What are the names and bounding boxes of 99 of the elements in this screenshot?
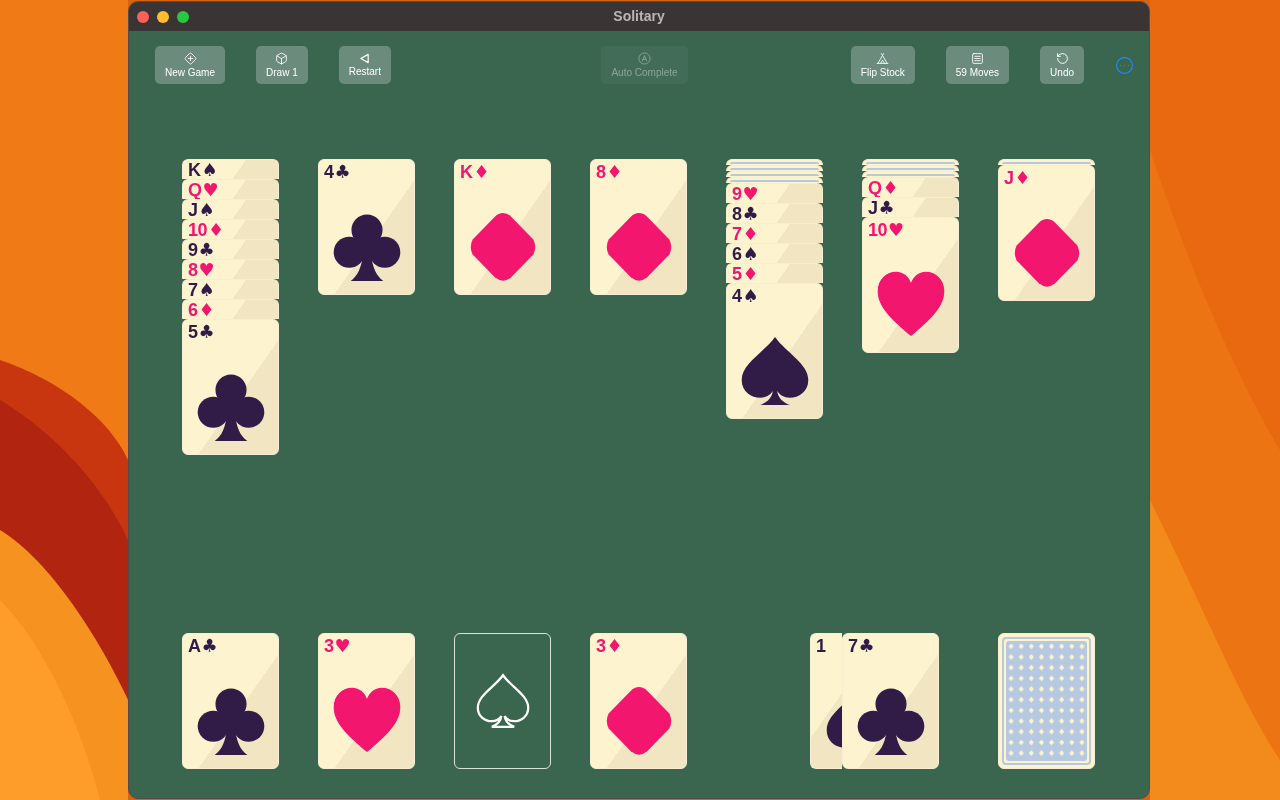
card-rank: 6 <box>732 245 742 263</box>
diamond-plus-icon <box>183 51 197 65</box>
suit-symbol: ♠ <box>198 201 215 219</box>
card-rank: 8 <box>732 205 742 223</box>
card-rank: K <box>460 163 473 181</box>
playing-card[interactable]: Q♥ <box>182 179 279 199</box>
card-rank: J <box>868 199 878 217</box>
toolbar-button[interactable]: Flip Stock <box>850 46 915 84</box>
suit-symbol: ♦ <box>1014 169 1031 187</box>
suit-symbol: ♣ <box>198 323 215 341</box>
minimize-button[interactable] <box>157 11 169 23</box>
suit-symbol: ♥ <box>202 181 219 199</box>
playing-card[interactable]: Q♦ <box>862 177 959 197</box>
suit-symbol: ♠ <box>198 281 215 299</box>
card-rank: 7 <box>848 637 858 655</box>
suit-symbol: ♦ <box>742 265 759 283</box>
card-rank: 3 <box>596 637 606 655</box>
playing-card[interactable]: J♣ <box>862 197 959 217</box>
card-rank: 4 <box>324 163 334 181</box>
playing-card[interactable]: 6♦ <box>182 299 279 319</box>
suit-symbol: ♦ <box>882 179 899 197</box>
playing-card[interactable]: 8♦ <box>590 159 687 295</box>
card-rank: 3 <box>324 637 334 655</box>
suit-symbol: ♠ <box>742 287 759 305</box>
suit-symbol: ♥ <box>334 637 351 655</box>
card-rank: 8 <box>188 261 198 279</box>
suit-symbol: ♥ <box>888 221 905 239</box>
card-rank: J <box>188 201 198 219</box>
toolbar-button[interactable]: Undo <box>1040 46 1084 84</box>
playing-card[interactable]: 3♥ <box>318 633 415 769</box>
suit-symbol: ♦ <box>606 163 623 181</box>
spade-icon <box>474 672 531 730</box>
playing-card[interactable]: 8♥ <box>182 259 279 279</box>
suit-symbol: ♦ <box>198 301 215 319</box>
card-rank: J <box>1004 169 1014 187</box>
card-rank: 9 <box>188 241 198 259</box>
playing-card[interactable]: 4♠ <box>726 283 823 419</box>
card-rank: 9 <box>732 185 742 203</box>
playing-card[interactable]: K♠ <box>182 159 279 179</box>
card-rank: 8 <box>596 163 606 181</box>
list-window-icon <box>970 51 984 65</box>
playing-card[interactable]: 5♣ <box>182 319 279 455</box>
toolbar-button[interactable]: Restart <box>338 46 391 84</box>
playing-card[interactable]: 5♦ <box>726 263 823 283</box>
suit-symbol: ♠ <box>201 161 218 179</box>
triangle-left-icon <box>359 52 371 64</box>
toolbar-button[interactable]: 59 Moves <box>945 46 1010 84</box>
suit-symbol: ♣ <box>858 637 875 655</box>
card-rank: 10 <box>868 221 888 239</box>
suit-symbol: ♣ <box>198 241 215 259</box>
playing-card[interactable]: 7♣ <box>842 633 939 769</box>
suit-symbol: ♦ <box>606 637 623 655</box>
card-rank: 5 <box>188 323 198 341</box>
suit-symbol: ♦ <box>208 221 225 239</box>
playing-card[interactable]: 9♣ <box>182 239 279 259</box>
suit-symbol: ♥ <box>198 261 215 279</box>
playing-card[interactable]: 10♦ <box>182 219 279 239</box>
close-button[interactable] <box>137 11 149 23</box>
suit-symbol: ♥ <box>742 185 759 203</box>
undo-icon <box>1055 51 1069 65</box>
playing-card[interactable]: A♣ <box>182 633 279 769</box>
suit-symbol: ♣ <box>742 205 759 223</box>
suit-symbol: ♠ <box>742 245 759 263</box>
card-rank: 4 <box>732 287 742 305</box>
playing-card[interactable]: 9♥ <box>726 183 823 203</box>
tent-icon <box>876 51 890 65</box>
playing-card[interactable]: J♦ <box>998 165 1095 301</box>
suit-symbol: ♣ <box>878 199 895 217</box>
card-rank: 7 <box>188 281 198 299</box>
card-rank: Q <box>188 181 202 199</box>
playing-card[interactable]: K♦ <box>454 159 551 295</box>
cube-icon <box>275 51 289 65</box>
suit-symbol: ♦ <box>473 163 490 181</box>
playing-card[interactable]: 1 <box>810 633 842 769</box>
more-icon[interactable] <box>1115 55 1134 75</box>
card-rank: 10 <box>188 221 208 239</box>
card-rank: 7 <box>732 225 742 243</box>
zoom-button[interactable] <box>177 11 189 23</box>
playing-card[interactable]: J♠ <box>182 199 279 219</box>
foundation-slot[interactable] <box>454 633 551 769</box>
suit-symbol: ♦ <box>742 225 759 243</box>
playing-card[interactable]: 7♠ <box>182 279 279 299</box>
card-rank: 6 <box>188 301 198 319</box>
toolbar-button[interactable]: New Game <box>155 46 225 84</box>
window-title: Solitary <box>613 7 665 26</box>
card-rank: A <box>188 637 201 655</box>
suit-symbol: ♣ <box>201 637 218 655</box>
card-rank: 1 <box>816 637 826 655</box>
toolbar-button[interactable]: Draw 1 <box>256 46 308 84</box>
playing-card[interactable]: 7♦ <box>726 223 823 243</box>
card-rank: K <box>188 161 201 179</box>
playing-card[interactable]: 8♣ <box>726 203 823 223</box>
suit-symbol: ♣ <box>334 163 351 181</box>
card-rank: Q <box>868 179 882 197</box>
playing-card[interactable]: 10♥ <box>862 217 959 353</box>
playing-card[interactable]: 4♣ <box>318 159 415 295</box>
playing-card[interactable]: 6♠ <box>726 243 823 263</box>
card-rank: 5 <box>732 265 742 283</box>
playing-card[interactable]: 3♦ <box>590 633 687 769</box>
